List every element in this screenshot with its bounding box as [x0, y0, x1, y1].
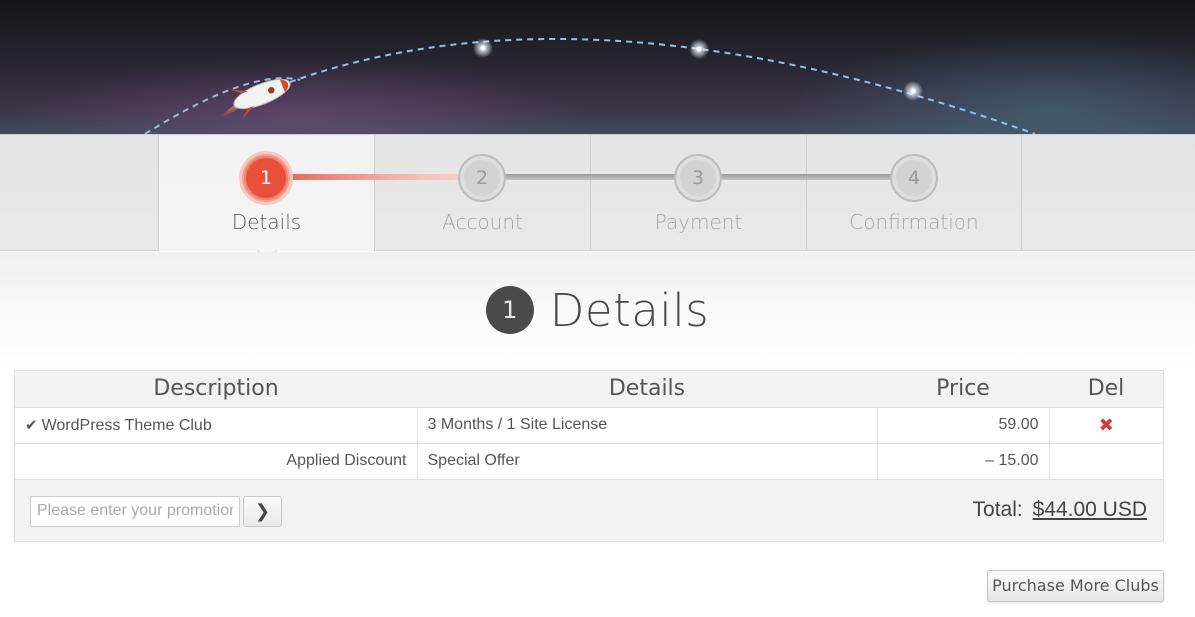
step-number-badge: 4 [890, 154, 938, 202]
total-amount[interactable]: $44.00 USD [1033, 498, 1147, 521]
cell-delete-empty [1049, 443, 1163, 480]
section-heading: 1 Details [0, 280, 1195, 340]
step-number-badge: 1 [242, 154, 290, 202]
promo-code-input[interactable] [30, 495, 240, 527]
step-number-badge: 2 [458, 154, 506, 202]
step-connector [504, 174, 680, 180]
column-header-description: Description [15, 371, 417, 408]
table-row: ✔ WordPress Theme Club 3 Months / 1 Site … [15, 407, 1163, 444]
purchase-more-button[interactable]: Purchase More Clubs [987, 570, 1164, 602]
total-label: Total: [972, 497, 1023, 521]
cell-price: – 15.00 [877, 443, 1050, 480]
checkout-steps: Details Account Payment Confirmation [0, 134, 1195, 261]
table-header-row: Description Details Price Del [15, 371, 1163, 408]
page-title: Details [549, 283, 710, 337]
cell-delete: ✖ [1049, 407, 1163, 444]
step-label: Account [442, 210, 523, 234]
delete-x-icon[interactable]: ✖ [1099, 415, 1114, 435]
rocket-icon [219, 78, 291, 120]
star-icon [473, 38, 493, 58]
step-label: Details [231, 210, 302, 234]
step-label: Confirmation [849, 210, 979, 234]
rocket-illustration [144, 37, 1036, 134]
cart-table: Description Details Price Del ✔ WordPress… [14, 370, 1164, 542]
header-banner [0, 0, 1195, 134]
cart-footer: ❯ Total: $44.00 USD [15, 480, 1163, 542]
column-header-price: Price [877, 371, 1049, 408]
step-connector-active [288, 174, 464, 180]
cell-price: 59.00 [877, 407, 1050, 444]
step-label: Payment [654, 210, 743, 234]
heading-step-number: 1 [485, 286, 534, 334]
step-number-badge: 3 [674, 154, 722, 202]
checkmark-icon: ✔ [25, 416, 38, 434]
column-header-details: Details [417, 371, 877, 408]
cell-details: Special Offer [417, 443, 878, 480]
cell-details: 3 Months / 1 Site License [417, 407, 878, 444]
apply-promo-button[interactable]: ❯ [243, 495, 282, 527]
column-header-del: Del [1049, 371, 1163, 408]
star-icon [689, 39, 709, 59]
star-icon [903, 81, 923, 101]
chevron-right-icon: ❯ [254, 500, 271, 521]
step-connector [720, 174, 896, 180]
order-total: Total: $44.00 USD [973, 498, 1147, 522]
cell-description: Applied Discount [15, 443, 418, 480]
cell-description: ✔ WordPress Theme Club [15, 407, 418, 444]
item-description: WordPress Theme Club [41, 416, 212, 434]
table-row: Applied Discount Special Offer – 15.00 [15, 443, 1163, 480]
